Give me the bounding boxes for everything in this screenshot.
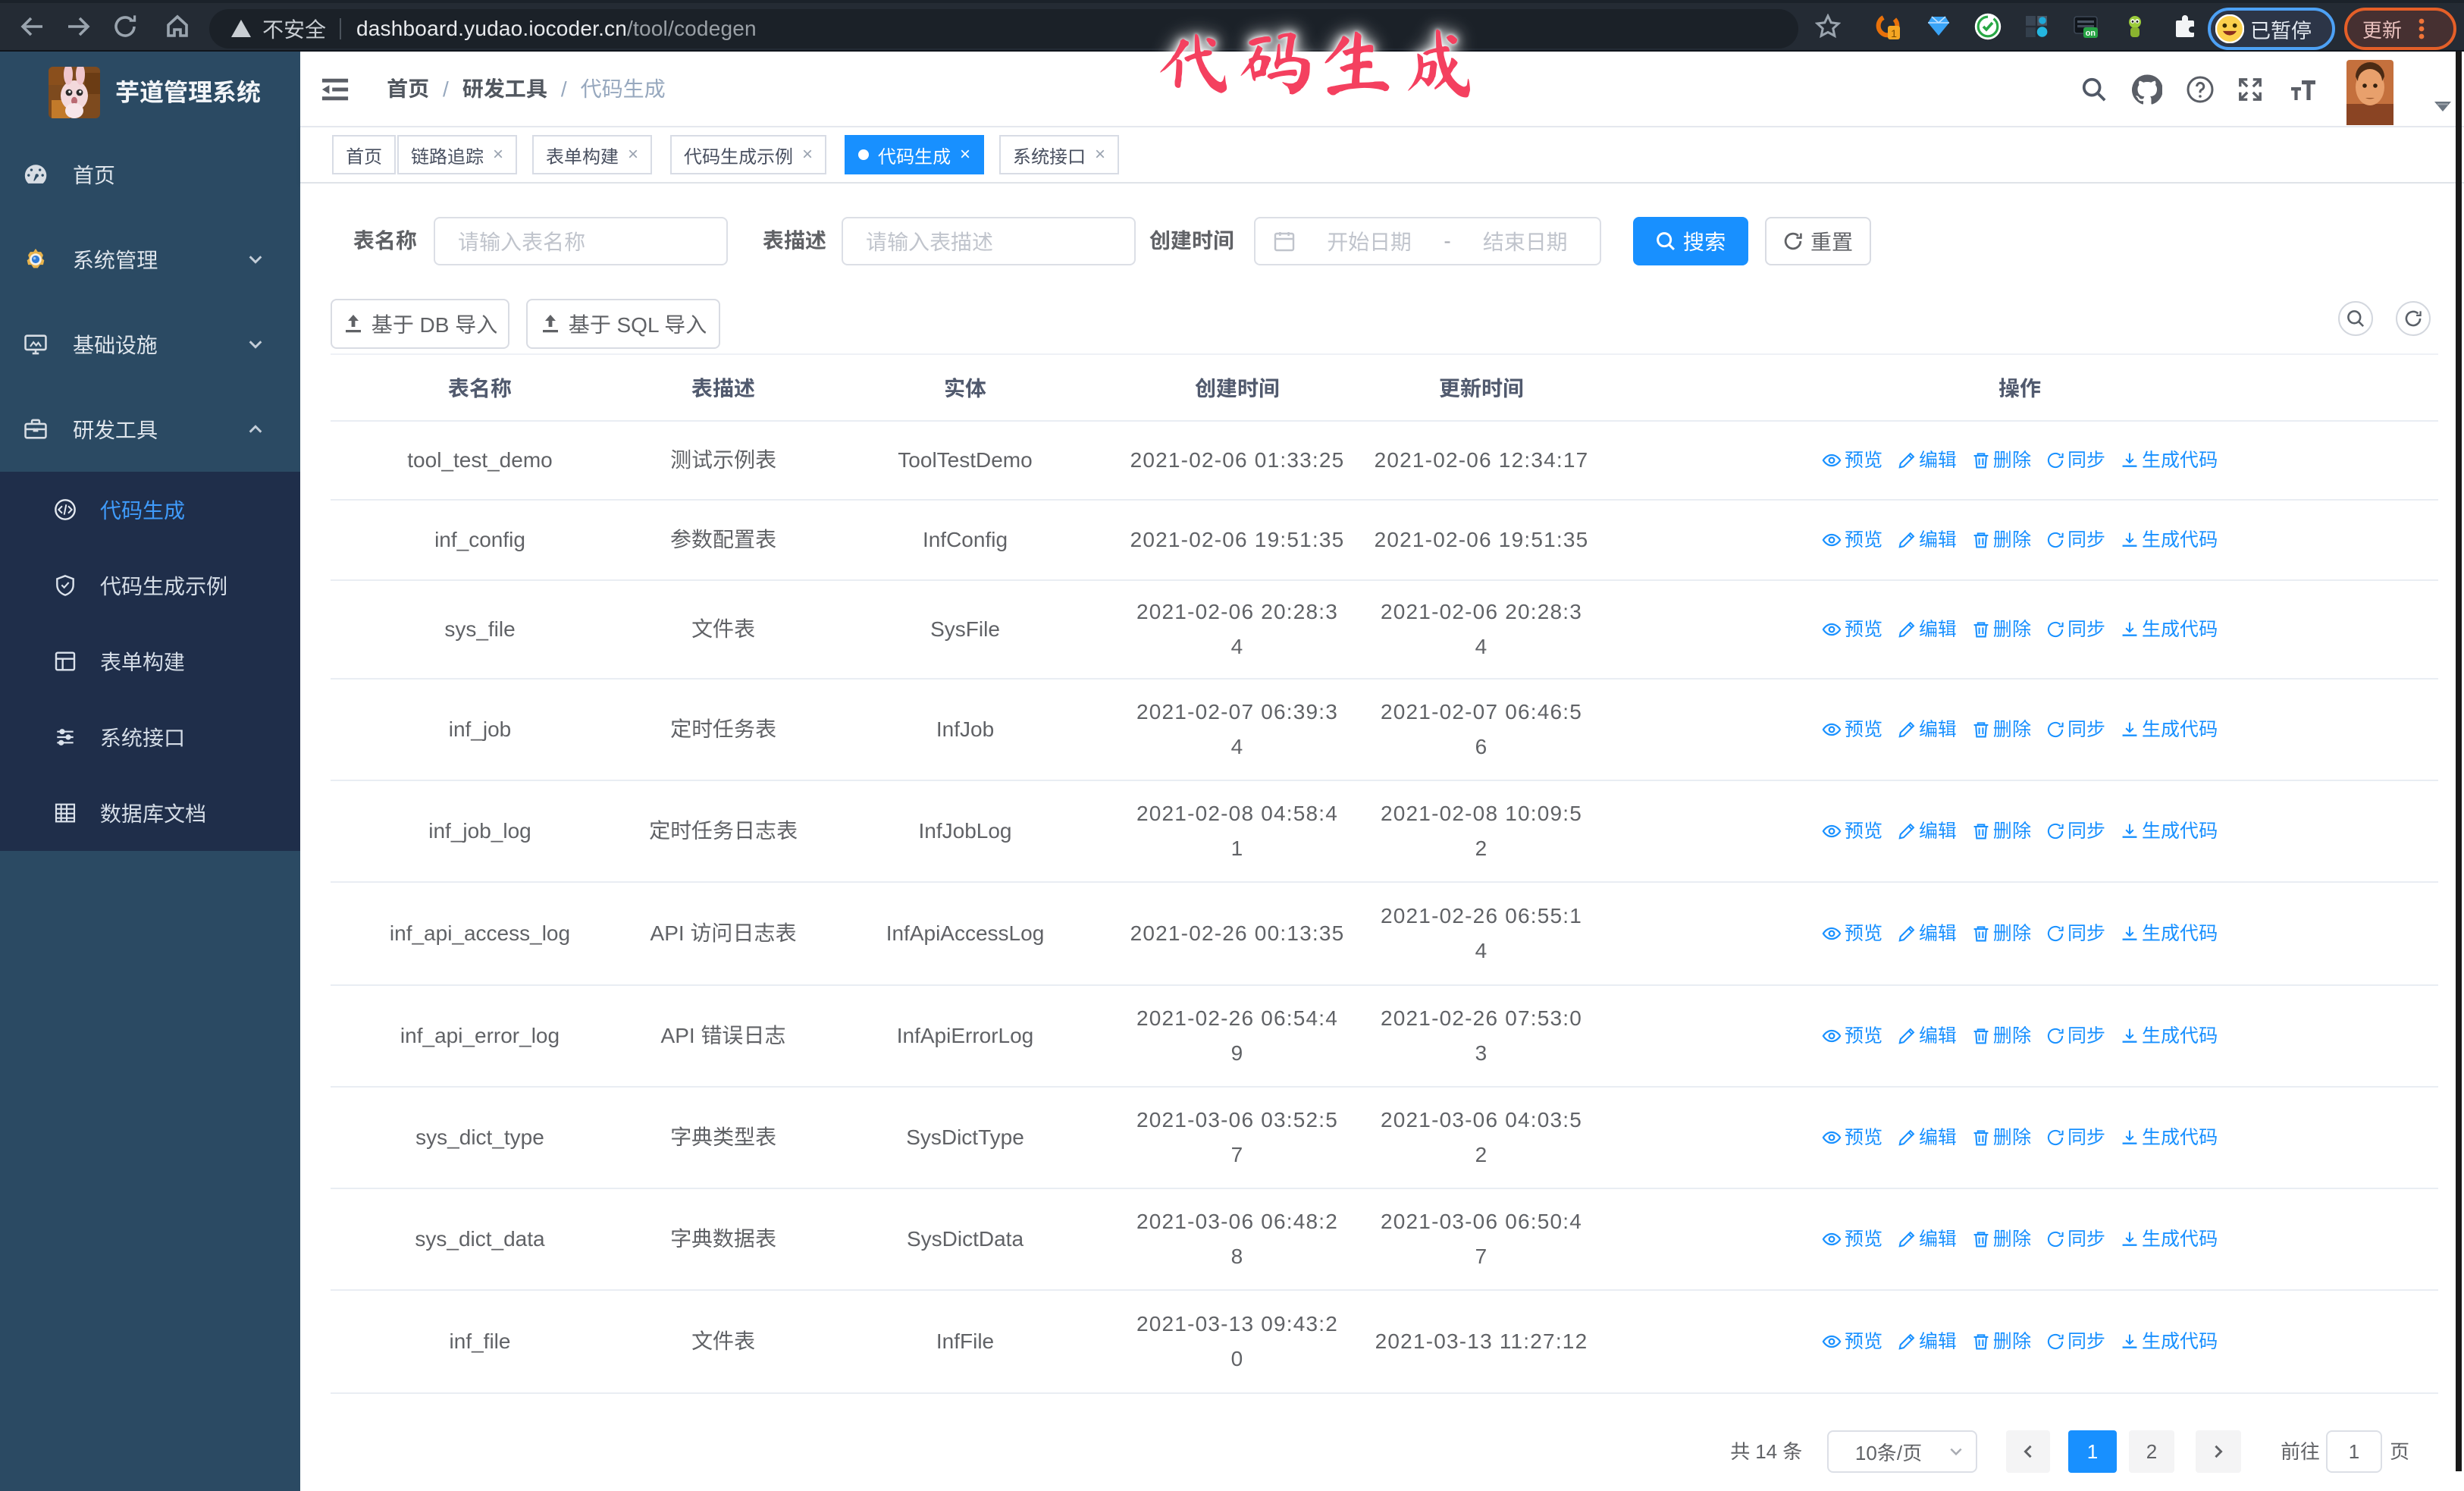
svg-text:on: on xyxy=(2086,29,2096,38)
svg-text:1: 1 xyxy=(1891,27,1897,39)
